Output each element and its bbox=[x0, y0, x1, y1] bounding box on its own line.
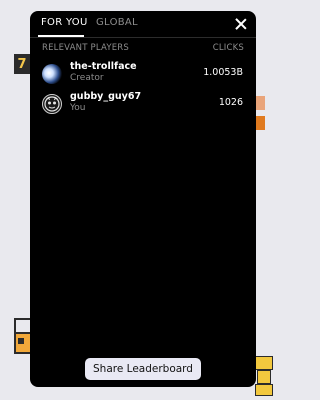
player-role: You bbox=[70, 103, 86, 113]
background-decoration bbox=[255, 96, 265, 110]
player-clicks: 1026 bbox=[218, 97, 243, 108]
background-tower-icon bbox=[255, 356, 273, 396]
tab-for-you[interactable]: FOR YOU bbox=[41, 17, 88, 28]
tab-bar: FOR YOU GLOBAL bbox=[30, 11, 256, 38]
player-role: Creator bbox=[70, 73, 104, 83]
list-header-players: RELEVANT PLAYERS bbox=[42, 43, 129, 53]
list-item[interactable]: the-trollface Creator 1.0053B bbox=[30, 60, 256, 88]
background-decoration bbox=[255, 116, 265, 130]
leaderboard-modal: FOR YOU GLOBAL RELEVANT PLAYERS CLICKS t… bbox=[30, 11, 256, 387]
share-leaderboard-button[interactable]: Share Leaderboard bbox=[85, 358, 201, 380]
list-header: RELEVANT PLAYERS CLICKS bbox=[30, 43, 256, 57]
player-name: gubby_guy67 bbox=[70, 91, 142, 102]
list-header-clicks: CLICKS bbox=[212, 43, 244, 53]
moon-avatar-icon bbox=[42, 64, 62, 84]
list-item[interactable]: gubby_guy67 You 1026 bbox=[30, 90, 256, 118]
active-tab-indicator bbox=[38, 35, 84, 37]
background-counter-text: 7 bbox=[17, 56, 27, 72]
player-clicks: 1.0053B bbox=[203, 67, 243, 78]
tab-global[interactable]: GLOBAL bbox=[96, 17, 138, 28]
background-counter-box: 7 bbox=[14, 54, 30, 74]
player-name: the-trollface bbox=[70, 61, 137, 72]
close-icon[interactable] bbox=[234, 17, 248, 31]
cat-face-avatar-icon bbox=[42, 94, 62, 114]
